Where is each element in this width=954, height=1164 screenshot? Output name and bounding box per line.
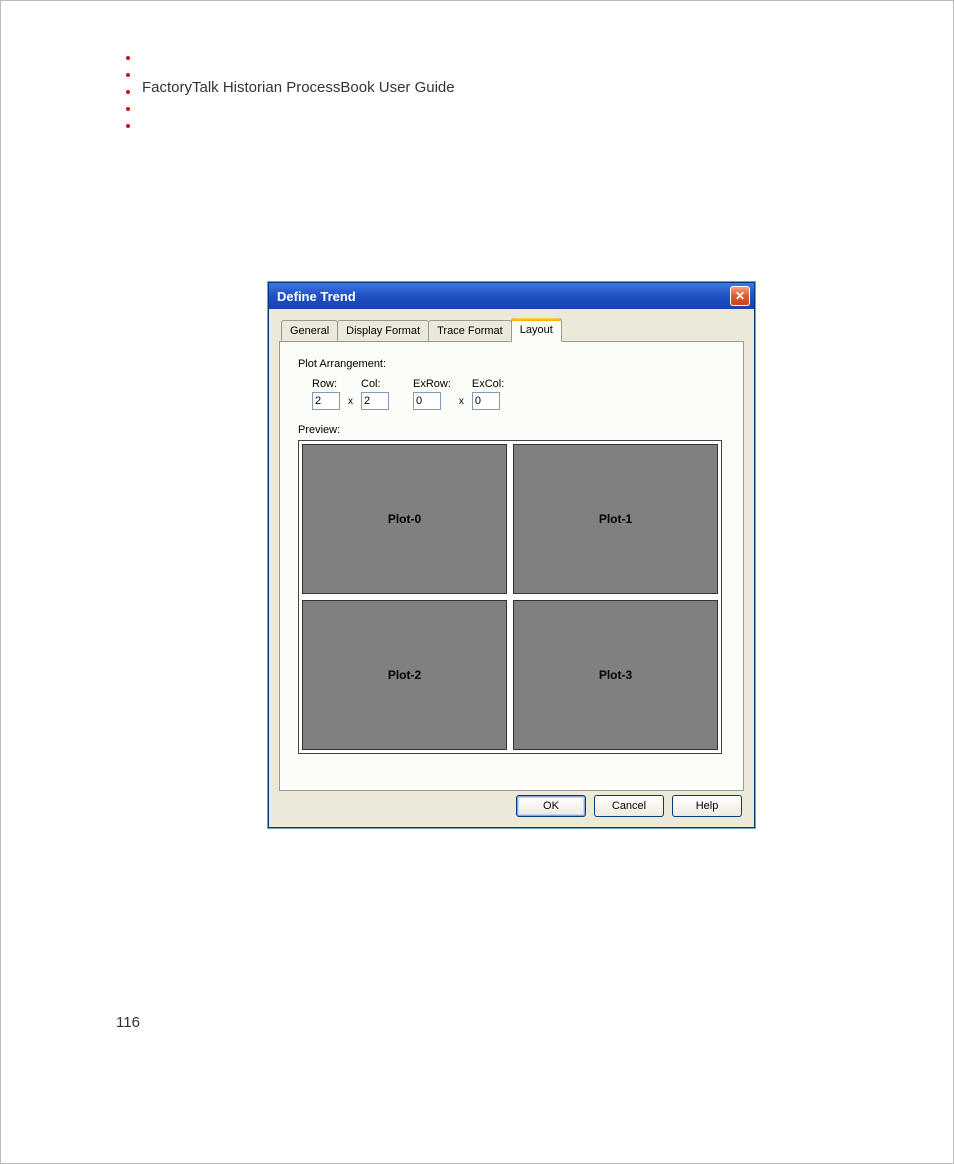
close-icon: ✕	[735, 290, 745, 302]
exrow-excol-group: ExRow: x ExCol:	[413, 378, 504, 410]
tab-general[interactable]: General	[281, 320, 338, 341]
tab-layout[interactable]: Layout	[511, 318, 562, 342]
row-label: Row:	[312, 378, 337, 390]
col-label: Col:	[361, 378, 381, 390]
row-field: Row:	[312, 378, 340, 410]
plot-arrangement-label: Plot Arrangement:	[298, 358, 725, 370]
col-input[interactable]	[361, 392, 389, 410]
excol-field: ExCol:	[472, 378, 504, 410]
exrow-label: ExRow:	[413, 378, 451, 390]
dialog-body: General Display Format Trace Format Layo…	[269, 309, 754, 827]
help-button[interactable]: Help	[672, 795, 742, 817]
plot-2: Plot-2	[302, 600, 507, 750]
bullet-dot	[126, 107, 130, 111]
page-header: FactoryTalk Historian ProcessBook User G…	[142, 79, 455, 96]
times-symbol: x	[348, 396, 353, 410]
close-button[interactable]: ✕	[730, 286, 750, 306]
cancel-button[interactable]: Cancel	[594, 795, 664, 817]
plot-0: Plot-0	[302, 444, 507, 594]
bullet-dot	[126, 73, 130, 77]
bullet-dot	[126, 90, 130, 94]
tab-display-format[interactable]: Display Format	[337, 320, 429, 341]
ok-button[interactable]: OK	[516, 795, 586, 817]
exrow-field: ExRow:	[413, 378, 451, 410]
plot-1: Plot-1	[513, 444, 718, 594]
bullet-dot	[126, 124, 130, 128]
col-field: Col:	[361, 378, 389, 410]
layout-panel: Plot Arrangement: Row: x Col:	[279, 341, 744, 791]
margin-bullets	[126, 56, 130, 141]
excol-label: ExCol:	[472, 378, 504, 390]
bullet-dot	[126, 56, 130, 60]
tab-trace-format[interactable]: Trace Format	[428, 320, 512, 341]
preview-label: Preview:	[298, 424, 725, 436]
row-input[interactable]	[312, 392, 340, 410]
excol-input[interactable]	[472, 392, 500, 410]
define-trend-dialog: Define Trend ✕ General Display Format Tr…	[268, 282, 755, 828]
exrow-input[interactable]	[413, 392, 441, 410]
row-col-group: Row: x Col:	[312, 378, 389, 410]
dialog-buttons: OK Cancel Help	[516, 795, 742, 817]
titlebar[interactable]: Define Trend ✕	[269, 283, 754, 309]
tab-strip: General Display Format Trace Format Layo…	[281, 319, 744, 341]
dialog-title: Define Trend	[277, 289, 356, 304]
preview-grid: Plot-0 Plot-1 Plot-2 Plot-3	[298, 440, 722, 754]
arrangement-row: Row: x Col: ExRow:	[312, 378, 725, 410]
plot-3: Plot-3	[513, 600, 718, 750]
times-symbol: x	[459, 396, 464, 410]
page-number: 116	[116, 1014, 140, 1031]
